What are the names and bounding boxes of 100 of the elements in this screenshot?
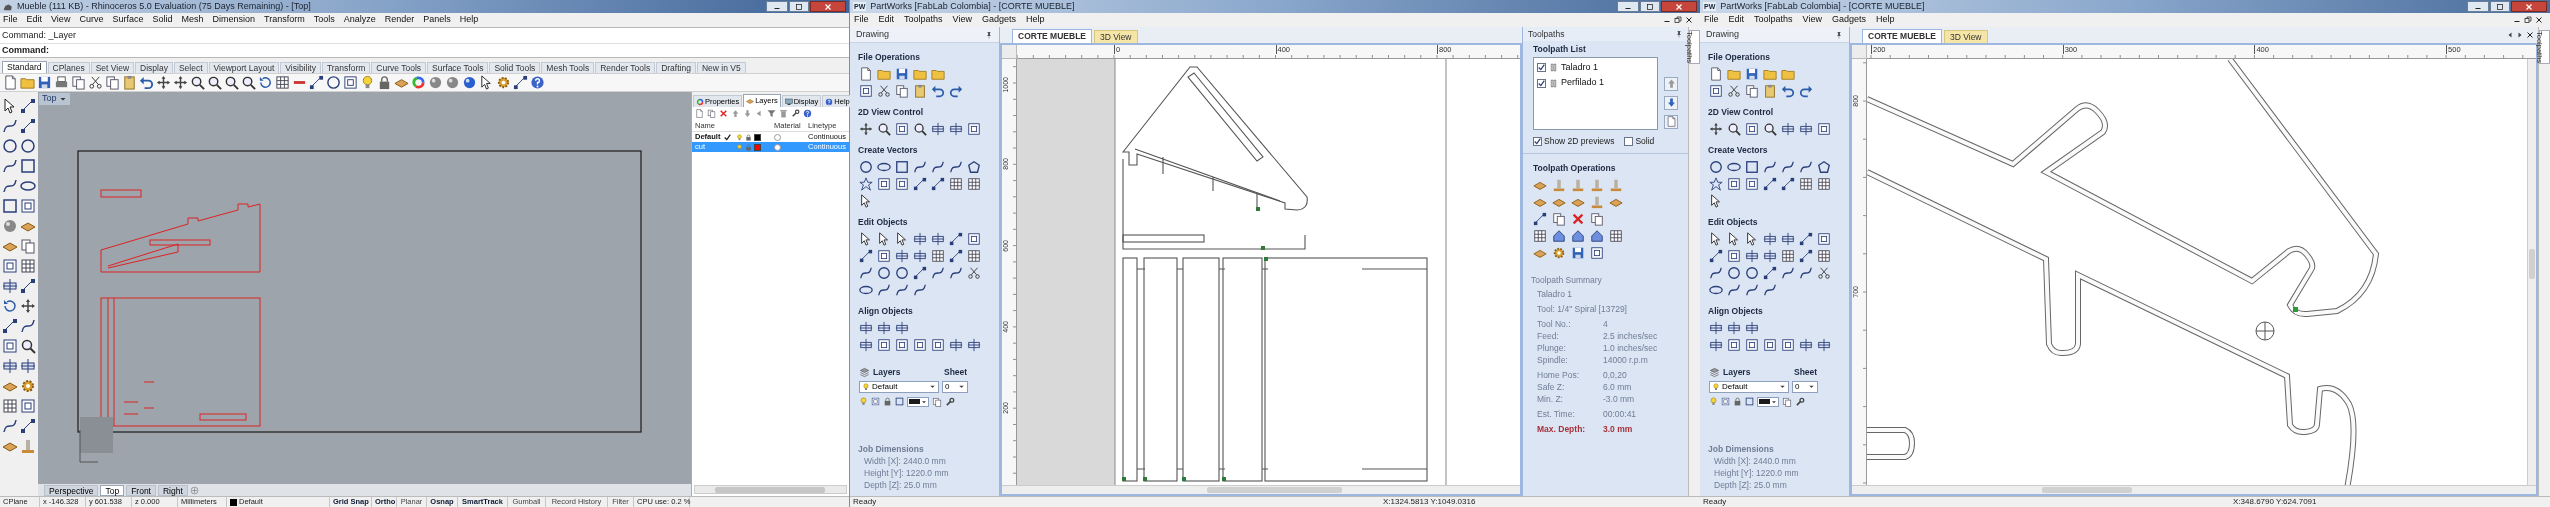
- frame-icon[interactable]: [1817, 122, 1831, 136]
- curve-icon[interactable]: [20, 318, 36, 334]
- rectangle-icon[interactable]: [20, 158, 36, 174]
- align-icon[interactable]: [20, 358, 36, 374]
- circle-icon[interactable]: [859, 160, 873, 174]
- pin-icon[interactable]: [1675, 30, 1683, 38]
- pentagon-icon[interactable]: [1817, 160, 1831, 174]
- curve-icon[interactable]: [2, 118, 18, 134]
- menu-item[interactable]: View: [1802, 13, 1822, 27]
- star-icon[interactable]: [1709, 177, 1723, 191]
- align-icon[interactable]: [1745, 249, 1759, 263]
- redo-icon[interactable]: [1799, 84, 1813, 98]
- curve-icon[interactable]: [1763, 160, 1777, 174]
- grid-icon[interactable]: [931, 249, 945, 263]
- grid-icon[interactable]: [1817, 249, 1831, 263]
- rectangle-icon[interactable]: [1745, 397, 1754, 407]
- lock-icon[interactable]: [1733, 397, 1742, 407]
- pentagon-icon[interactable]: [967, 160, 981, 174]
- node-edit-icon[interactable]: [1763, 266, 1777, 280]
- align-icon[interactable]: [2, 358, 18, 374]
- node-edit-icon[interactable]: [20, 278, 36, 294]
- horizontal-scrollbar[interactable]: [1852, 485, 2536, 494]
- lightbulb-icon[interactable]: [736, 133, 743, 141]
- up-arrow-icon[interactable]: [731, 109, 740, 118]
- sphere-icon[interactable]: [2, 218, 18, 234]
- grid-icon[interactable]: [1817, 177, 1831, 191]
- frame-icon[interactable]: [1727, 249, 1741, 263]
- frame-icon[interactable]: [967, 122, 981, 136]
- circle-icon[interactable]: [1709, 160, 1723, 174]
- clipboard-icon[interactable]: [122, 75, 137, 90]
- menu-item[interactable]: View: [51, 13, 71, 27]
- curve-icon[interactable]: [1745, 283, 1759, 297]
- maximize-button[interactable]: [2490, 1, 2510, 12]
- frame-icon[interactable]: [20, 398, 36, 414]
- curve-icon[interactable]: [859, 266, 873, 280]
- curve-icon[interactable]: [1781, 266, 1795, 280]
- scissors-icon[interactable]: [1817, 266, 1831, 280]
- menu-item[interactable]: Render: [384, 13, 415, 27]
- frame-icon[interactable]: [1781, 338, 1795, 352]
- grid-icon[interactable]: [1609, 229, 1623, 244]
- node-edit-icon[interactable]: [2, 318, 18, 334]
- menu-item[interactable]: Dimension: [212, 13, 255, 27]
- menu-item[interactable]: Help: [1025, 13, 1045, 27]
- grid-icon[interactable]: [20, 258, 36, 274]
- cursor-icon[interactable]: [895, 232, 909, 246]
- frame-icon[interactable]: [2, 338, 18, 354]
- rectangle-icon[interactable]: [2, 198, 18, 214]
- gear-icon[interactable]: [496, 75, 511, 90]
- frame-icon[interactable]: [913, 338, 927, 352]
- ellipse-icon[interactable]: [1727, 160, 1741, 174]
- copy-icon[interactable]: [105, 75, 120, 90]
- menu-item[interactable]: Mesh: [181, 13, 204, 27]
- frame-icon[interactable]: [877, 338, 891, 352]
- curve-icon[interactable]: [913, 283, 927, 297]
- option-label[interactable]: Show 2D previews: [1544, 134, 1615, 148]
- frame-icon[interactable]: [1745, 122, 1759, 136]
- layer-dropdown[interactable]: Default: [859, 380, 939, 393]
- copy-icon[interactable]: [20, 238, 36, 254]
- align-icon[interactable]: [895, 249, 909, 263]
- curve-icon[interactable]: [1799, 266, 1813, 280]
- node-edit-icon[interactable]: [913, 177, 927, 191]
- frame-icon[interactable]: [1709, 84, 1723, 98]
- rotate-icon[interactable]: [2, 298, 18, 314]
- frame-icon[interactable]: [2, 258, 18, 274]
- scissors-icon[interactable]: [877, 84, 891, 98]
- node-edit-icon[interactable]: [20, 98, 36, 114]
- undo-icon[interactable]: [1781, 84, 1795, 98]
- sphere-icon[interactable]: [428, 75, 443, 90]
- circle-icon[interactable]: [2, 138, 18, 154]
- viewport-tab[interactable]: Top: [100, 484, 125, 496]
- zoom-icon[interactable]: [207, 75, 222, 90]
- delete-icon[interactable]: [1571, 212, 1585, 227]
- view-tab[interactable]: CORTE MUEBLE: [1012, 29, 1092, 43]
- zoom-icon[interactable]: [913, 122, 927, 136]
- align-icon[interactable]: [1799, 338, 1813, 352]
- scissors-icon[interactable]: [88, 75, 103, 90]
- copy-icon[interactable]: [895, 84, 909, 98]
- gear-icon[interactable]: [20, 378, 36, 394]
- frame-icon[interactable]: [20, 198, 36, 214]
- node-edit-icon[interactable]: [1781, 177, 1795, 191]
- folder-icon[interactable]: [1727, 67, 1741, 81]
- cursor-icon[interactable]: [1745, 232, 1759, 246]
- curve-icon[interactable]: [2, 158, 18, 174]
- node-edit-icon[interactable]: [913, 266, 927, 280]
- frame-icon[interactable]: [871, 397, 880, 407]
- checkbox[interactable]: [1537, 78, 1546, 88]
- minimize-button[interactable]: [1617, 1, 1639, 12]
- menu-item[interactable]: Gadgets: [1831, 13, 1866, 27]
- frame-icon[interactable]: [967, 232, 981, 246]
- node-edit-icon[interactable]: [1533, 212, 1547, 227]
- redo-icon[interactable]: [949, 84, 963, 98]
- grid-icon[interactable]: [1799, 177, 1813, 191]
- grid-icon[interactable]: [949, 177, 963, 191]
- sheet-dropdown[interactable]: 0: [942, 380, 968, 393]
- ellipse-icon[interactable]: [877, 160, 891, 174]
- menu-item[interactable]: Edit: [1728, 13, 1745, 27]
- curve-icon[interactable]: [1781, 160, 1795, 174]
- align-icon[interactable]: [913, 232, 927, 246]
- grid-icon[interactable]: [967, 177, 981, 191]
- house-icon[interactable]: [1552, 229, 1566, 244]
